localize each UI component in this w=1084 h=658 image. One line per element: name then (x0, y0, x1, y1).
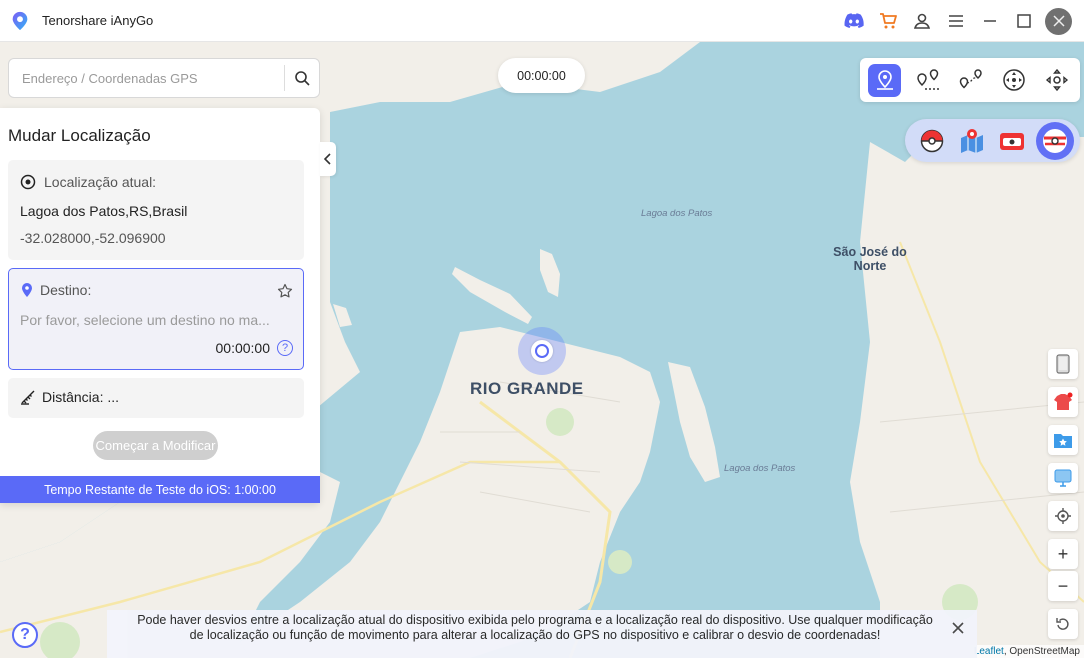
destination-time: 00:00:00 (215, 340, 271, 356)
search-input[interactable] (9, 59, 284, 97)
pokeball-icon (920, 129, 943, 152)
help-icon[interactable]: ? (277, 340, 293, 356)
favorite-star-button[interactable] (277, 283, 293, 304)
current-location-card: Localização atual: Lagoa dos Patos,RS,Br… (8, 160, 304, 260)
distance-label: Distância: ... (42, 389, 120, 405)
deviation-notice: Pode haver desvios entre a localização a… (107, 610, 977, 658)
star-icon (277, 283, 293, 298)
multi-spot-mode-button[interactable] (954, 64, 987, 97)
user-icon[interactable] (905, 0, 939, 42)
reset-button[interactable] (1048, 609, 1078, 639)
history-button[interactable] (1048, 463, 1078, 493)
device-button[interactable] (1048, 349, 1078, 379)
location-pin-core (537, 346, 547, 356)
game-toolbar (905, 119, 1080, 162)
app-logo-icon (12, 11, 28, 30)
notice-close-button[interactable] (949, 619, 967, 637)
search-icon (295, 71, 310, 86)
pokeball-button[interactable] (918, 127, 945, 154)
destination-placeholder: Por favor, selecione um destino no ma... (20, 312, 270, 328)
favorites-button[interactable] (1048, 425, 1078, 455)
folder-star-icon (1054, 434, 1072, 448)
two-spot-route-icon (916, 69, 939, 90)
ruler-icon (21, 390, 35, 405)
mode-toolbar (860, 58, 1080, 102)
menu-icon[interactable] (939, 0, 973, 42)
monitor-icon (1054, 469, 1072, 487)
pokestop-button[interactable] (1036, 121, 1074, 160)
panel-title: Mudar Localização (8, 126, 151, 145)
map-label-lagoa: Lagoa dos Patos (724, 463, 796, 474)
jump-teleport-mode-button[interactable] (1040, 64, 1073, 97)
map-label-lagoa: Lagoa dos Patos (641, 208, 713, 219)
destination-card[interactable]: Destino: Por favor, selecione um destino… (8, 268, 304, 370)
current-location-place: Lagoa dos Patos,RS,Brasil (20, 203, 188, 219)
phone-icon (1056, 354, 1070, 374)
maximize-icon[interactable] (1007, 0, 1041, 42)
current-location-label: Localização atual: (44, 174, 157, 190)
teleport-icon (876, 70, 893, 90)
refresh-icon (1056, 618, 1069, 630)
teleport-mode-button[interactable] (868, 63, 901, 97)
gift-shirt-icon (1054, 392, 1073, 410)
map-attribution: Leaflet, OpenStreetMap (969, 645, 1084, 658)
current-location-coords: -32.028000,-52.096900 (20, 230, 166, 246)
game-map-icon (960, 128, 983, 153)
discord-icon[interactable] (837, 0, 871, 42)
close-avatar-icon[interactable] (1045, 7, 1072, 35)
two-spot-mode-button[interactable] (911, 64, 944, 97)
app-title: Tenorshare iAnyGo (42, 13, 154, 28)
zoom-out-button[interactable]: − (1048, 571, 1078, 601)
distance-card: Distância: ... (8, 378, 304, 418)
destination-label: Destino: (40, 282, 92, 298)
start-modify-button[interactable]: Começar a Modificar (93, 431, 218, 460)
map-city-label: São José do Norte (833, 245, 907, 273)
search-bar (8, 58, 320, 98)
osm-attribution: , OpenStreetMap (1003, 646, 1080, 657)
close-icon (952, 622, 964, 634)
map-game-button[interactable] (958, 127, 985, 154)
zoom-in-button[interactable]: + (1048, 539, 1078, 569)
title-bar: Tenorshare iAnyGo (0, 0, 1084, 42)
pokestop-icon (1043, 128, 1067, 153)
collapse-panel-button[interactable] (320, 142, 336, 176)
multi-spot-route-icon (959, 69, 982, 89)
gift-button[interactable] (1048, 387, 1078, 417)
timer-display: 00:00:00 (498, 58, 585, 93)
minimize-icon[interactable] (973, 0, 1007, 42)
pokedex-button[interactable] (998, 127, 1025, 154)
leaflet-link[interactable]: Leaflet (974, 646, 1004, 657)
crosshair-icon (1055, 508, 1071, 524)
map-city-label: RIO GRANDE (470, 379, 584, 398)
location-panel: Mudar Localização Localização atual: Lag… (0, 108, 320, 503)
locate-me-button[interactable] (1048, 501, 1078, 531)
help-button[interactable]: ? (12, 622, 38, 648)
jump-teleport-icon (1045, 68, 1068, 92)
pokedex-icon (999, 132, 1024, 150)
joystick-mode-button[interactable] (997, 64, 1030, 97)
notice-text: Pode haver desvios entre a localização a… (137, 613, 933, 642)
cart-icon[interactable] (871, 0, 905, 42)
joystick-icon (1002, 69, 1025, 91)
target-icon (20, 174, 36, 190)
trial-time-banner: Tempo Restante de Teste do iOS: 1:00:00 (0, 476, 320, 503)
chevron-left-icon (324, 153, 331, 165)
search-button[interactable] (285, 59, 319, 97)
pin-icon (22, 283, 32, 297)
